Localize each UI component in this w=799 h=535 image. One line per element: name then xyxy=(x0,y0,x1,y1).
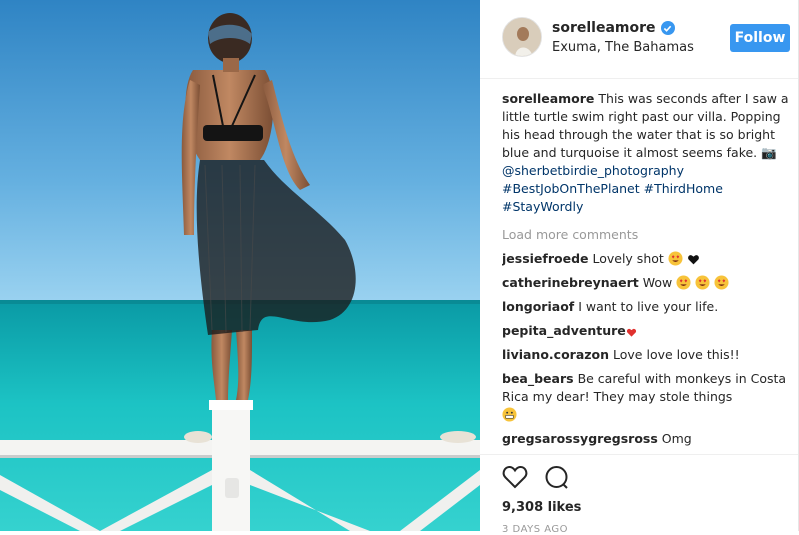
post-header: sorelleamore Exuma, The Bahamas Follow xyxy=(480,0,798,79)
hashtag-thirdhome[interactable]: #ThirdHome xyxy=(644,181,723,196)
comment-item: gregsarossygregsross Omg xyxy=(502,430,792,448)
comment-username[interactable]: catherinebreynaert xyxy=(502,275,639,290)
comment-username[interactable]: gregsarossygregsross xyxy=(502,431,658,446)
caption-username[interactable]: sorelleamore xyxy=(502,91,594,106)
comment-text: I want to live your life. xyxy=(578,299,719,314)
post-photo[interactable] xyxy=(0,0,480,531)
header-username[interactable]: sorelleamore xyxy=(552,20,656,36)
avatar[interactable] xyxy=(502,17,542,57)
heart-eyes-emoji xyxy=(695,275,710,290)
post-side-panel: sorelleamore Exuma, The Bahamas Follow s… xyxy=(480,0,798,535)
likes-count[interactable]: 9,308 likes xyxy=(502,500,581,515)
comment-item: longoriaof I want to live your life. xyxy=(502,298,792,316)
comments-section: sorelleamore This was seconds after I sa… xyxy=(502,90,792,454)
comment-username[interactable]: bea_bears xyxy=(502,371,574,386)
follow-button[interactable]: Follow xyxy=(730,24,790,52)
verified-icon xyxy=(660,21,675,35)
photo-scene xyxy=(0,0,480,531)
hashtag-staywordly[interactable]: #StayWordly xyxy=(502,199,583,214)
load-more-comments[interactable]: Load more comments xyxy=(502,226,792,244)
black-heart-emoji xyxy=(687,255,699,265)
comment-username[interactable]: liviano.corazon xyxy=(502,347,609,362)
caption-mention[interactable]: @sherbetbirdie_photography xyxy=(502,163,684,178)
caption: sorelleamore This was seconds after I sa… xyxy=(502,90,792,216)
comment-icon[interactable] xyxy=(544,465,570,495)
comment-text: Omg xyxy=(661,431,692,446)
heart-eyes-emoji xyxy=(714,275,729,290)
comment-text: Lovely shot xyxy=(592,251,664,266)
comment-item: catherinebreynaert Wow xyxy=(502,274,792,292)
heart-icon[interactable] xyxy=(502,465,528,493)
comment-item: bea_bears Be careful with monkeys in Cos… xyxy=(502,370,792,424)
hashtag-bestjob[interactable]: #BestJobOnThePlanet xyxy=(502,181,640,196)
location-link[interactable]: Exuma, The Bahamas xyxy=(552,40,694,55)
comment-text: Love love love this!! xyxy=(613,347,740,362)
grimacing-emoji xyxy=(502,407,517,422)
header-username-row: sorelleamore xyxy=(552,20,675,36)
heart-eyes-emoji xyxy=(676,275,691,290)
comment-username[interactable]: jessiefroede xyxy=(502,251,589,266)
comment-item: jessiefroede Lovely shot xyxy=(502,250,792,268)
post-actions: 9,308 likes 3 DAYS AGO xyxy=(480,454,798,535)
post-timestamp[interactable]: 3 DAYS AGO xyxy=(502,524,568,535)
comment-item: liviano.corazon Love love love this!! xyxy=(502,346,792,364)
comment-username[interactable]: longoriaof xyxy=(502,299,574,314)
comment-username[interactable]: pepita_adventure xyxy=(502,323,626,338)
heart-eyes-emoji xyxy=(668,251,683,266)
comment-item: pepita_adventure xyxy=(502,322,792,340)
comment-text: Wow xyxy=(642,275,673,290)
avatar-image xyxy=(503,18,541,56)
red-heart-emoji xyxy=(626,328,636,337)
post-modal: sorelleamore Exuma, The Bahamas Follow s… xyxy=(0,0,799,535)
